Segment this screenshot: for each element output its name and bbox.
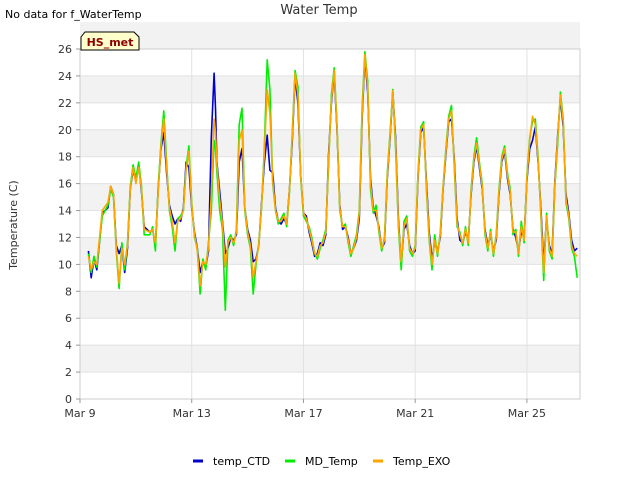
- legend-label: Temp_EXO: [392, 455, 451, 468]
- chart-title: Water Temp: [280, 3, 357, 18]
- y-tick-label: 20: [58, 124, 72, 137]
- y-tick-label: 14: [58, 205, 72, 218]
- y-tick-label: 12: [58, 231, 72, 244]
- background-bands: [80, 22, 580, 373]
- y-tick-label: 2: [65, 366, 72, 379]
- y-tick-label: 0: [65, 393, 72, 406]
- x-tick-label: Mar 9: [64, 407, 95, 420]
- y-tick-label: 22: [58, 97, 72, 110]
- y-tick-label: 6: [65, 312, 72, 325]
- background-band: [80, 75, 580, 103]
- background-band: [80, 345, 580, 373]
- hs-met-badge: HS_met: [80, 31, 140, 51]
- x-axis-ticks: Mar 9 Mar 13 Mar 17 Mar 21 Mar 25: [64, 399, 546, 420]
- legend-label: temp_CTD: [213, 455, 270, 468]
- y-tick-label: 10: [58, 258, 72, 271]
- x-tick-label: Mar 25: [508, 407, 546, 420]
- y-tick-label: 24: [58, 70, 72, 83]
- legend: temp_CTD MD_Temp Temp_EXO: [193, 455, 451, 468]
- water-temp-chart: 02468101214161820222426 Mar 9 Mar 13 Mar 1…: [7, 3, 581, 468]
- x-tick-label: Mar 17: [284, 407, 322, 420]
- badge-label: HS_met: [87, 36, 134, 49]
- legend-label: MD_Temp: [305, 455, 358, 468]
- y-tick-label: 8: [65, 285, 72, 298]
- y-tick-label: 16: [58, 178, 72, 191]
- background-band: [80, 183, 580, 211]
- background-band: [80, 22, 580, 49]
- y-tick-label: 4: [65, 339, 72, 352]
- y-tick-label: 26: [58, 43, 72, 56]
- y-axis-label: Temperature (C): [7, 180, 20, 270]
- x-tick-label: Mar 21: [396, 407, 434, 420]
- background-band: [80, 291, 580, 319]
- x-tick-label: Mar 13: [173, 407, 211, 420]
- y-axis-ticks: 02468101214161820222426: [58, 43, 80, 406]
- y-tick-label: 18: [58, 151, 72, 164]
